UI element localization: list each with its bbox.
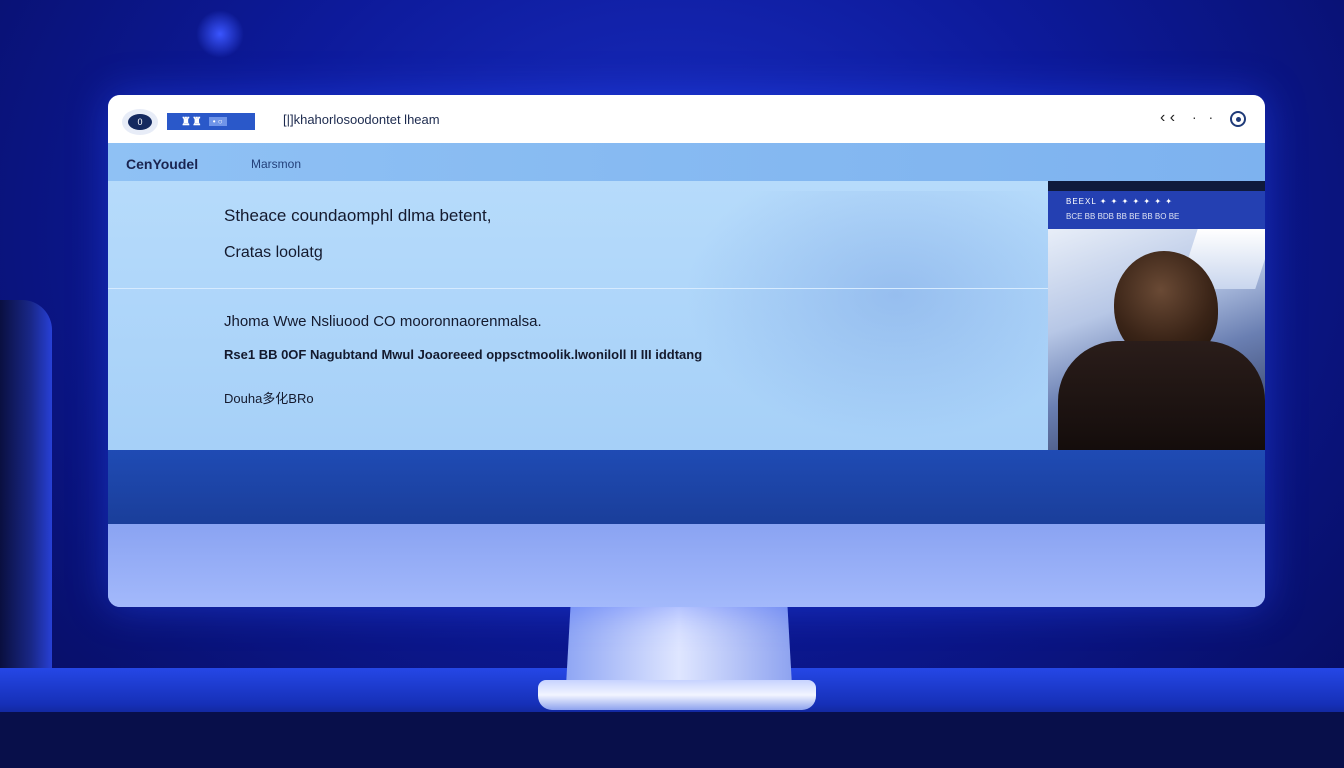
window-title: [|]khahorlosoodontet lheam [283,112,440,127]
monitor-screen: 0 ♜♜ • ○ [|]khahorlosoodontet lheam ‹ ‹ … [108,95,1265,607]
blue-band [108,450,1265,524]
chip-dots: • ○ [208,117,227,126]
back-icon[interactable]: ‹ ‹ [1160,109,1175,127]
eye-logo-icon[interactable]: 0 [122,109,158,135]
monitor-stand-neck [566,606,792,686]
content-line-2: Rse1 BB 0OF Nagubtand Mwul Joaoreeed opp… [224,347,703,362]
content-divider [108,288,1048,289]
monitor-stand-base [538,680,816,710]
content-shadow [668,191,1048,451]
content-panel: Stheace coundaomphl dlma betent, Cratas … [108,181,1048,451]
content-line-3: Douha多化BRo [224,391,314,406]
window-titlebar: 0 ♜♜ • ○ [|]khahorlosoodontet lheam ‹ ‹ … [108,95,1265,144]
logo-label: 0 [128,114,152,130]
side-header-title: BEEXL ✦ ✦ ✦ ✦ ✦ ✦ ✦ [1066,197,1173,206]
brand-chip[interactable]: ♜♜ • ○ [167,113,255,130]
nav-brand[interactable]: CenYoudel [126,156,198,172]
background-glow [189,3,251,65]
more-icon[interactable]: · · [1192,109,1217,125]
chip-glyphs: ♜♜ [181,116,203,128]
circle-menu-icon[interactable] [1230,111,1246,127]
side-header-menu: BCE BB BDB BB BE BB BO BE [1066,212,1180,221]
footer-area [108,524,1265,607]
nav-bar: CenYoudel Marsmon [108,143,1265,182]
content-heading: Stheace coundaomphl dlma betent, [224,206,492,225]
content-line-1: Jhoma Wwe Nsliuood CO mooronnaorenmalsa. [224,313,542,330]
photo-person-body [1058,341,1265,450]
desk-shadow [0,712,1344,768]
side-panel-header: BEEXL ✦ ✦ ✦ ✦ ✦ ✦ ✦ BCE BB BDB BB BE BB … [1048,191,1265,229]
nav-item[interactable]: Marsmon [251,157,301,171]
person-photo [1048,229,1265,450]
background-figure [0,300,52,680]
side-image-panel: BEEXL ✦ ✦ ✦ ✦ ✦ ✦ ✦ BCE BB BDB BB BE BB … [1048,181,1265,450]
content-subheading: Cratas loolatg [224,244,323,261]
